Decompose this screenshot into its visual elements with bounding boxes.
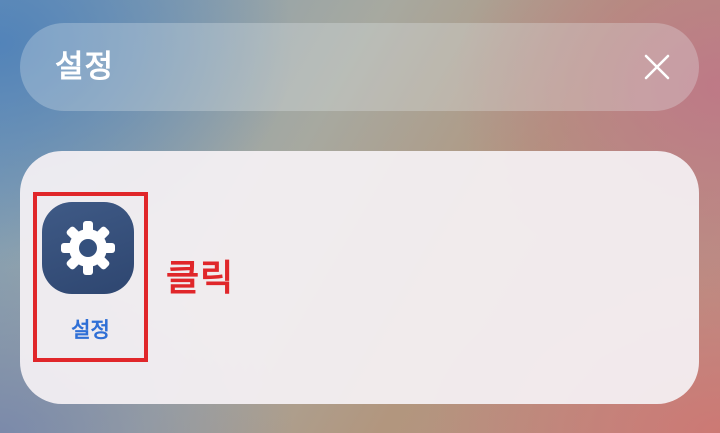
search-results-card: 설정 클릭 xyxy=(20,151,699,404)
close-icon xyxy=(644,54,670,80)
gear-icon xyxy=(61,221,115,275)
click-annotation: 클릭 xyxy=(166,258,235,299)
settings-app-label: 설정 xyxy=(71,318,110,342)
app-item-settings[interactable]: 설정 xyxy=(33,192,148,362)
search-bar[interactable]: 설정 xyxy=(20,23,699,111)
settings-app-icon[interactable] xyxy=(42,202,134,294)
close-search-button[interactable] xyxy=(637,47,677,87)
search-query-text[interactable]: 설정 xyxy=(55,23,114,111)
